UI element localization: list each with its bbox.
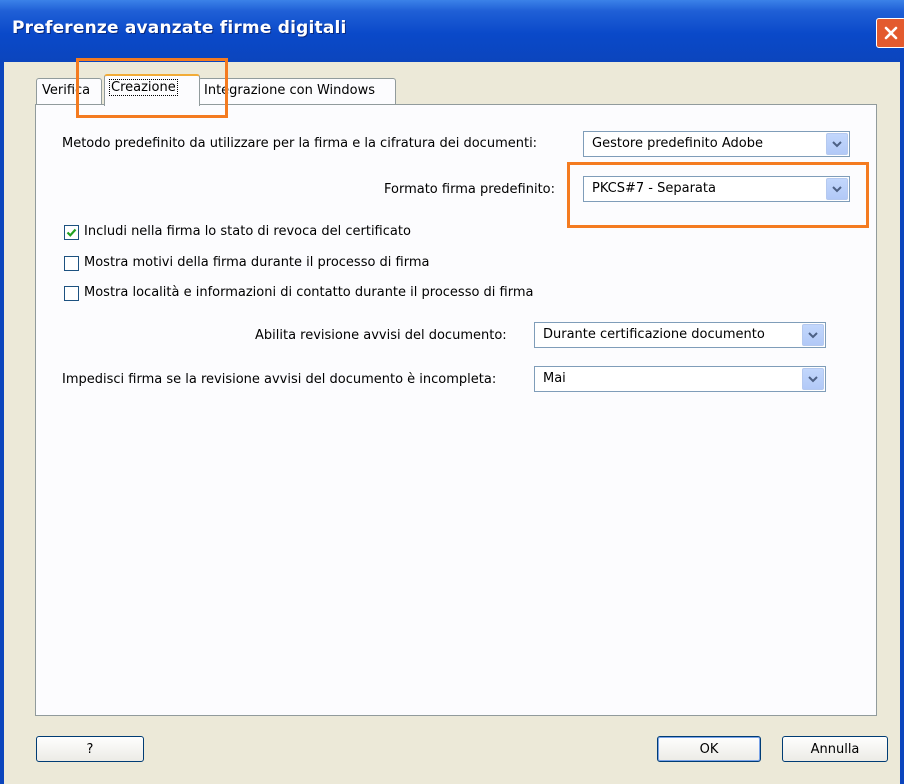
tab-creazione-label: Creazione <box>109 79 178 96</box>
chevron-down-icon[interactable] <box>826 178 848 200</box>
checkbox-mostra-localita-label: Mostra località e informazioni di contat… <box>84 285 534 300</box>
chevron-down-icon[interactable] <box>802 324 824 346</box>
cancel-button[interactable]: Annulla <box>782 736 888 762</box>
close-icon <box>884 26 898 40</box>
tab-integrazione-label: Integrazione con Windows <box>204 83 375 98</box>
window-border-right <box>900 62 904 784</box>
checkbox-mostra-motivi[interactable] <box>64 256 79 271</box>
revisione-value: Durante certificazione documento <box>543 327 765 342</box>
metodo-select[interactable]: Gestore predefinito Adobe <box>583 131 850 157</box>
impedisci-value: Mai <box>543 371 566 386</box>
checkbox-includi-revoca-label: Includi nella firma lo stato di revoca d… <box>84 224 411 239</box>
checkbox-includi-revoca[interactable] <box>64 225 79 240</box>
formato-select[interactable]: PKCS#7 - Separata <box>583 176 850 202</box>
close-button[interactable] <box>876 18 904 48</box>
tab-verifica[interactable]: Verifica <box>36 78 102 104</box>
revisione-label: Abilita revisione avvisi del documento: <box>255 328 507 343</box>
checkbox-mostra-localita[interactable] <box>64 286 79 301</box>
formato-value: PKCS#7 - Separata <box>592 181 716 196</box>
tab-verifica-label: Verifica <box>42 83 91 98</box>
formato-label: Formato firma predefinito: <box>384 182 555 197</box>
window-title: Preferenze avanzate firme digitali <box>12 18 347 38</box>
tab-integrazione-windows[interactable]: Integrazione con Windows <box>198 78 396 104</box>
metodo-label: Metodo predefinito da utilizzare per la … <box>62 136 538 151</box>
impedisci-select[interactable]: Mai <box>534 366 826 392</box>
ok-button[interactable]: OK <box>657 736 761 762</box>
tab-creazione[interactable]: Creazione <box>104 74 200 106</box>
help-button[interactable]: ? <box>36 736 144 762</box>
chevron-down-icon[interactable] <box>826 133 848 155</box>
title-bar[interactable]: Preferenze avanzate firme digitali <box>0 0 904 62</box>
chevron-down-icon[interactable] <box>802 368 824 390</box>
checkmark-icon <box>66 228 77 237</box>
revisione-select[interactable]: Durante certificazione documento <box>534 322 826 348</box>
impedisci-label: Impedisci firma se la revisione avvisi d… <box>62 372 497 387</box>
metodo-value: Gestore predefinito Adobe <box>592 136 763 151</box>
checkbox-mostra-motivi-label: Mostra motivi della firma durante il pro… <box>84 255 430 270</box>
window-border-left <box>0 62 4 784</box>
